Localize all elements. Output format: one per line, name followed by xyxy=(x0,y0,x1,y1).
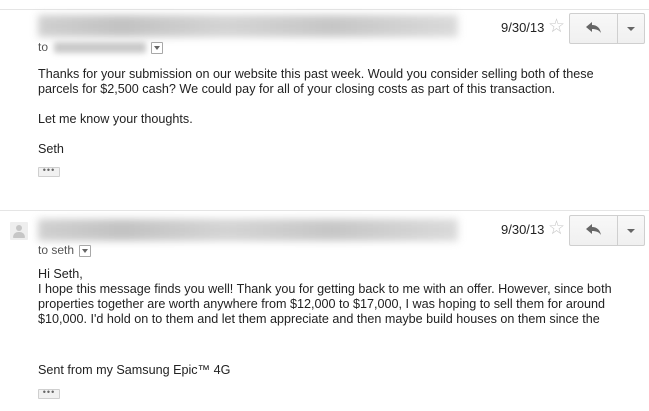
show-trimmed-content-button[interactable]: ••• xyxy=(38,166,60,177)
signature: Sent from my Samsung Epic™ 4G xyxy=(38,363,231,377)
avatar xyxy=(10,222,28,240)
body-paragraph: Let me know your thoughts. xyxy=(38,112,193,126)
reply-button-group xyxy=(569,13,645,44)
message-date: 9/30/13 xyxy=(501,222,545,237)
more-options-button[interactable] xyxy=(618,216,644,245)
sender-redacted xyxy=(38,15,458,37)
show-details-toggle[interactable] xyxy=(79,244,92,257)
more-options-button[interactable] xyxy=(618,14,644,43)
reply-button[interactable] xyxy=(570,216,618,245)
sender-redacted xyxy=(38,219,458,241)
email-message-1: 9/30/13 ☆ to Thanks for your submission … xyxy=(0,0,649,206)
reply-button[interactable] xyxy=(570,14,618,43)
reply-icon xyxy=(586,224,601,235)
recipient-line: to xyxy=(38,40,164,54)
star-icon[interactable]: ☆ xyxy=(548,17,565,36)
show-trimmed-content-button[interactable]: ••• xyxy=(38,388,60,399)
message-body: Thanks for your submission on our websit… xyxy=(38,67,628,157)
body-paragraph: I hope this message finds you well! Than… xyxy=(38,282,612,326)
greeting: Hi Seth, xyxy=(38,267,83,281)
recipient: to seth xyxy=(38,243,75,257)
message-divider xyxy=(0,9,649,10)
reply-button-group xyxy=(569,215,645,246)
message-date: 9/30/13 xyxy=(501,20,545,35)
email-message-2: 9/30/13 ☆ to seth Hi Seth, I hope this m… xyxy=(0,206,649,411)
message-divider xyxy=(0,210,649,211)
recipient-line: to seth xyxy=(38,243,92,257)
star-icon[interactable]: ☆ xyxy=(548,219,565,238)
signature: Seth xyxy=(38,142,64,156)
body-paragraph: Thanks for your submission on our websit… xyxy=(38,67,594,96)
message-body: Hi Seth, I hope this message finds you w… xyxy=(38,267,628,327)
chevron-down-icon xyxy=(627,27,635,31)
chevron-down-icon xyxy=(82,248,89,253)
recipient-redacted xyxy=(54,42,147,54)
reply-icon xyxy=(586,22,601,33)
chevron-down-icon xyxy=(154,45,161,50)
chevron-down-icon xyxy=(627,229,635,233)
recipient-prefix: to xyxy=(38,40,49,54)
show-details-toggle[interactable] xyxy=(151,41,164,54)
avatar-shoulders xyxy=(13,232,25,238)
avatar-head xyxy=(16,225,22,231)
